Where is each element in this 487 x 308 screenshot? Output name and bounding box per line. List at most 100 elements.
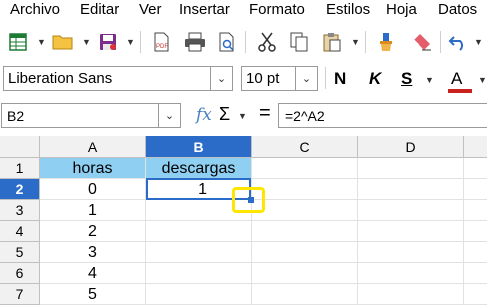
open-folder-icon[interactable] (51, 30, 75, 54)
underline-dropdown-arrow-icon[interactable]: ▼ (425, 75, 434, 85)
menu-datos[interactable]: Datos (438, 1, 477, 18)
row-header-5[interactable]: 5 (0, 242, 40, 263)
standard-toolbar: ▼ ▼ ▼ PDF ▼ ▼ (0, 27, 487, 59)
cell-c2[interactable] (252, 179, 358, 200)
toolbar-separator (245, 31, 246, 53)
cell-c7[interactable] (252, 284, 358, 305)
toolbar-separator (440, 31, 441, 53)
cell-a4[interactable]: 2 (40, 221, 146, 242)
cell-d6[interactable] (358, 263, 464, 284)
font-color-dropdown-arrow-icon[interactable]: ▼ (478, 75, 487, 85)
chevron-down-icon[interactable]: ⌄ (210, 67, 232, 90)
column-header-c[interactable]: C (252, 136, 358, 158)
cell-a6[interactable]: 4 (40, 263, 146, 284)
menu-ver[interactable]: Ver (139, 1, 162, 18)
row-header-3[interactable]: 3 (0, 200, 40, 221)
cell-d4[interactable] (358, 221, 464, 242)
sum-icon[interactable]: Σ (219, 104, 230, 125)
chevron-down-icon[interactable]: ⌄ (158, 104, 180, 127)
bold-button[interactable]: N (334, 69, 346, 89)
row-header-7[interactable]: 7 (0, 284, 40, 305)
formula-equals-icon[interactable]: = (259, 102, 271, 125)
cell-a5[interactable]: 3 (40, 242, 146, 263)
cell-c5[interactable] (252, 242, 358, 263)
font-name-combobox[interactable]: Liberation Sans ⌄ (3, 66, 233, 91)
paste-dropdown-arrow-icon[interactable]: ▼ (351, 37, 360, 47)
column-header-a[interactable]: A (40, 136, 146, 158)
chevron-down-icon[interactable]: ⌄ (295, 67, 317, 90)
cell-b4[interactable] (146, 221, 252, 242)
toolbar-separator (365, 31, 366, 53)
fill-handle[interactable] (248, 197, 254, 203)
open-dropdown-arrow-icon[interactable]: ▼ (82, 37, 91, 47)
cell-c1[interactable] (252, 158, 358, 179)
undo-dropdown-arrow-icon[interactable]: ▼ (474, 37, 483, 47)
row-header-1[interactable]: 1 (0, 158, 40, 179)
sum-dropdown-arrow-icon[interactable]: ▼ (238, 111, 247, 121)
undo-icon[interactable] (446, 30, 470, 54)
cell-d7[interactable] (358, 284, 464, 305)
clone-formatting-icon[interactable] (374, 30, 398, 54)
menu-editar[interactable]: Editar (80, 1, 119, 18)
function-wizard-icon[interactable]: fx (196, 105, 212, 125)
cell-c6[interactable] (252, 263, 358, 284)
cell-d5[interactable] (358, 242, 464, 263)
row-header-6[interactable]: 6 (0, 263, 40, 284)
cell-c3[interactable] (252, 200, 358, 221)
column-header-b[interactable]: B (146, 136, 252, 158)
cell-a3[interactable]: 1 (40, 200, 146, 221)
cell-e2[interactable] (464, 179, 487, 200)
menu-insertar[interactable]: Insertar (179, 1, 230, 18)
cell-e1[interactable] (464, 158, 487, 179)
row-header-2[interactable]: 2 (0, 179, 40, 200)
cell-d2[interactable] (358, 179, 464, 200)
cell-e7[interactable] (464, 284, 487, 305)
cell-c4[interactable] (252, 221, 358, 242)
menu-hoja[interactable]: Hoja (386, 1, 417, 18)
export-pdf-icon[interactable]: PDF (149, 30, 173, 54)
clear-formatting-icon[interactable] (410, 30, 434, 54)
cell-e5[interactable] (464, 242, 487, 263)
cell-e4[interactable] (464, 221, 487, 242)
formula-bar: B2 ⌄ fx Σ ▼ = =2^A2 (0, 100, 487, 130)
italic-button[interactable]: K (369, 69, 381, 89)
new-spreadsheet-icon[interactable] (6, 30, 30, 54)
cell-d3[interactable] (358, 200, 464, 221)
cell-b1[interactable]: descargas (146, 158, 252, 179)
paste-icon[interactable] (320, 30, 344, 54)
print-icon[interactable] (183, 30, 207, 54)
font-color-swatch (448, 89, 472, 93)
save-icon[interactable] (96, 30, 120, 54)
new-dropdown-arrow-icon[interactable]: ▼ (37, 37, 46, 47)
cell-e6[interactable] (464, 263, 487, 284)
formula-input[interactable]: =2^A2 (278, 103, 487, 128)
name-box[interactable]: B2 ⌄ (1, 103, 181, 128)
formatting-toolbar: Liberation Sans ⌄ 10 pt ⌄ N K S ▼ A ▼ (0, 63, 487, 95)
row-header-4[interactable]: 4 (0, 221, 40, 242)
menu-archivo[interactable]: Archivo (10, 1, 60, 18)
cut-icon[interactable] (255, 30, 279, 54)
cell-b6[interactable] (146, 263, 252, 284)
cell-d1[interactable] (358, 158, 464, 179)
copy-icon[interactable] (287, 30, 311, 54)
menu-bar: Archivo Editar Ver Insertar Formato Esti… (0, 0, 487, 22)
cell-a1[interactable]: horas (40, 158, 146, 179)
formula-input-value: =2^A2 (285, 108, 325, 124)
column-header-d[interactable]: D (358, 136, 464, 158)
select-all-corner[interactable] (0, 136, 40, 158)
font-size-combobox[interactable]: 10 pt ⌄ (241, 66, 318, 91)
font-color-button[interactable]: A (451, 69, 462, 89)
menu-formato[interactable]: Formato (249, 1, 305, 18)
menu-estilos[interactable]: Estilos (326, 1, 370, 18)
cell-a7[interactable]: 5 (40, 284, 146, 305)
column-header-e[interactable] (464, 136, 487, 158)
cell-b7[interactable] (146, 284, 252, 305)
print-preview-icon[interactable] (215, 30, 239, 54)
cell-b5[interactable] (146, 242, 252, 263)
toolbar-separator (325, 67, 326, 89)
cell-a2[interactable]: 0 (40, 179, 146, 200)
save-dropdown-arrow-icon[interactable]: ▼ (126, 37, 135, 47)
toolbar-separator (140, 31, 141, 53)
cell-e3[interactable] (464, 200, 487, 221)
underline-button[interactable]: S (401, 69, 412, 89)
